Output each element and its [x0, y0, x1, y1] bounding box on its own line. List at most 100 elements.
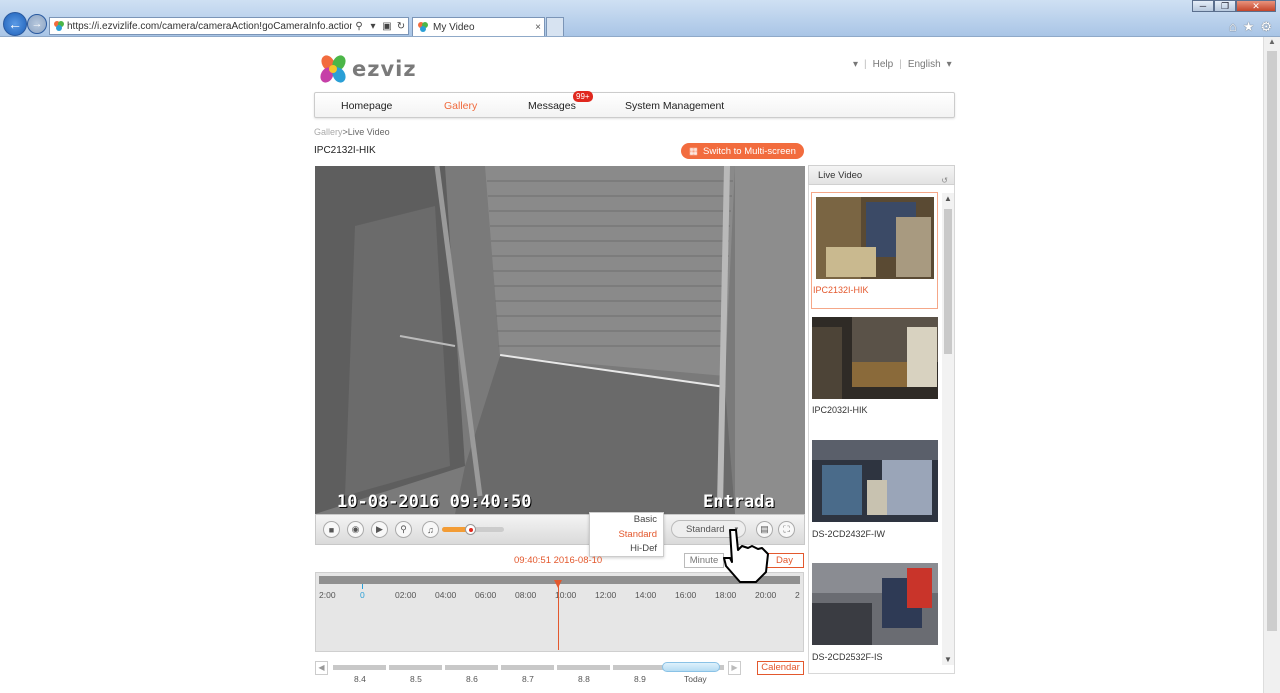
page-scrollbar[interactable]: ▲: [1263, 37, 1280, 693]
date-selected-today[interactable]: [662, 662, 720, 672]
camera-name: IPC2132I-HIK: [813, 285, 869, 295]
dropdown-chevron-icon[interactable]: ▾: [366, 21, 380, 32]
settings-gear-icon[interactable]: ⚙: [1260, 19, 1272, 35]
minimize-icon[interactable]: ─: [1192, 0, 1214, 12]
camera-list-item[interactable]: IPC2032I-HIK: [811, 316, 938, 434]
quality-option-basic[interactable]: Basic: [590, 513, 657, 528]
date-label: 8.8: [578, 674, 590, 684]
date-label: 8.4: [354, 674, 366, 684]
search-icon[interactable]: ⚲: [352, 21, 366, 32]
camera-list-scrollbar-thumb[interactable]: [944, 209, 952, 354]
video-timestamp-overlay: 10-08-2016 09:40:50: [337, 492, 532, 512]
quality-dropdown-menu: Basic Standard Hi-Def: [589, 512, 664, 557]
nav-homepage[interactable]: Homepage: [341, 100, 392, 112]
breadcrumb-gallery[interactable]: Gallery: [314, 127, 343, 137]
camera-name: DS-2CD2532F-IS: [812, 652, 883, 662]
back-arrow-icon[interactable]: ←: [3, 12, 27, 36]
window-controls: ─ ❐ ✕: [1192, 0, 1276, 12]
language-select[interactable]: English: [908, 59, 941, 70]
browser-chrome: ← → https://i.ezvizlife.com/camera/camer…: [0, 0, 1280, 37]
ezviz-logo[interactable]: ezviz: [318, 54, 417, 84]
new-tab-button[interactable]: [546, 17, 564, 36]
minute-view-button[interactable]: Minute: [684, 553, 724, 568]
timeline-tick: 16:00: [675, 590, 697, 600]
timeline-midnight-tick: [362, 584, 363, 589]
scroll-down-icon[interactable]: ▼: [942, 655, 954, 664]
live-video-panel-header: Live Video ↺: [808, 165, 955, 185]
date-segment[interactable]: [389, 665, 442, 670]
playhead-handle[interactable]: [554, 580, 562, 588]
grid-icon: ▦: [689, 145, 699, 157]
camera-thumbnail: [816, 197, 934, 279]
camera-list-item[interactable]: IPC2132I-HIK: [811, 192, 938, 309]
timeline-tick: 06:00: [475, 590, 497, 600]
date-segment[interactable]: [501, 665, 554, 670]
scrollbar-thumb[interactable]: [1267, 51, 1277, 631]
video-camera-name-overlay: Entrada: [703, 492, 775, 512]
camera-list-scrollbar[interactable]: ▲ ▼: [942, 193, 954, 665]
home-icon[interactable]: ⌂: [1229, 19, 1237, 35]
date-label: 8.6: [466, 674, 478, 684]
forward-arrow-icon[interactable]: →: [27, 14, 47, 34]
restore-icon[interactable]: ❐: [1214, 0, 1236, 12]
close-tab-icon[interactable]: ×: [532, 22, 544, 33]
timeline-tick: 08:00: [515, 590, 537, 600]
hand-pointer-cursor-icon: [723, 529, 769, 583]
timeline-tick: 2: [795, 590, 800, 600]
switch-multi-screen-button[interactable]: ▦ Switch to Multi-screen: [681, 143, 804, 159]
browser-tab-my-video[interactable]: My Video ×: [412, 17, 545, 36]
nav-system-management[interactable]: System Management: [625, 100, 724, 112]
address-bar[interactable]: https://i.ezvizlife.com/camera/cameraAct…: [49, 17, 409, 35]
volume-slider-handle[interactable]: [465, 524, 476, 535]
record-video-icon[interactable]: ▶: [371, 521, 388, 538]
date-label-today: Today: [684, 674, 707, 684]
camera-snapshot-icon[interactable]: ◉: [347, 521, 364, 538]
scroll-up-icon[interactable]: ▲: [1264, 37, 1280, 51]
switch-multi-screen-label: Switch to Multi-screen: [703, 145, 796, 157]
date-next-icon[interactable]: ▶: [728, 661, 741, 675]
collapse-panel-icon[interactable]: ↺: [941, 171, 948, 190]
date-label: 8.7: [522, 674, 534, 684]
account-chevron-down-icon[interactable]: ▾: [853, 59, 858, 70]
camera-name: IPC2032I-HIK: [812, 405, 868, 415]
calendar-button[interactable]: Calendar: [757, 661, 804, 675]
nav-gallery[interactable]: Gallery: [444, 100, 477, 112]
live-video-player[interactable]: 10-08-2016 09:40:50 Entrada: [315, 166, 805, 514]
timeline-tick: 12:00: [595, 590, 617, 600]
date-prev-icon[interactable]: ◀: [315, 661, 328, 675]
scroll-up-icon[interactable]: ▲: [942, 194, 954, 203]
camera-list-item[interactable]: DS-2CD2532F-IS: [811, 563, 938, 673]
date-segment[interactable]: [613, 665, 666, 670]
divider: |: [864, 59, 867, 70]
zoom-magnifier-icon[interactable]: ⚲: [395, 521, 412, 538]
camera-title: IPC2132I-HIK: [314, 145, 376, 156]
volume-speaker-icon[interactable]: ♫: [422, 521, 439, 538]
stop-icon[interactable]: ■: [323, 521, 340, 538]
ezviz-favicon-icon: [54, 21, 64, 31]
help-link[interactable]: Help: [873, 59, 894, 70]
timeline-tick: 20:00: [755, 590, 777, 600]
date-segment[interactable]: [557, 665, 610, 670]
quality-option-standard[interactable]: Standard: [590, 528, 657, 543]
breadcrumb: Gallery>Live Video: [314, 127, 390, 137]
refresh-icon[interactable]: ↻: [394, 21, 408, 32]
favorites-star-icon[interactable]: ★: [1243, 19, 1255, 35]
fullscreen-icon[interactable]: ⛶: [778, 521, 795, 538]
messages-badge: 99+: [573, 91, 593, 102]
camera-list-item[interactable]: DS-2CD2432F-IW: [811, 440, 938, 558]
language-chevron-down-icon[interactable]: ▾: [947, 59, 952, 70]
browser-tools: ⌂ ★ ⚙: [1229, 19, 1272, 35]
camera-thumbnail: [812, 563, 938, 645]
top-links: ▾ | Help | English ▾: [853, 59, 952, 70]
breadcrumb-current: Live Video: [347, 127, 390, 137]
lock-icon[interactable]: ▣: [380, 21, 394, 32]
quality-current: Standard: [686, 523, 725, 535]
nav-messages[interactable]: Messages: [528, 100, 576, 112]
close-window-icon[interactable]: ✕: [1236, 0, 1276, 12]
camera-thumbnail: [812, 317, 938, 399]
date-label: 8.5: [410, 674, 422, 684]
date-segment[interactable]: [445, 665, 498, 670]
date-segment[interactable]: [333, 665, 386, 670]
tab-title: My Video: [433, 21, 475, 33]
timeline-tick: 0: [360, 590, 365, 600]
